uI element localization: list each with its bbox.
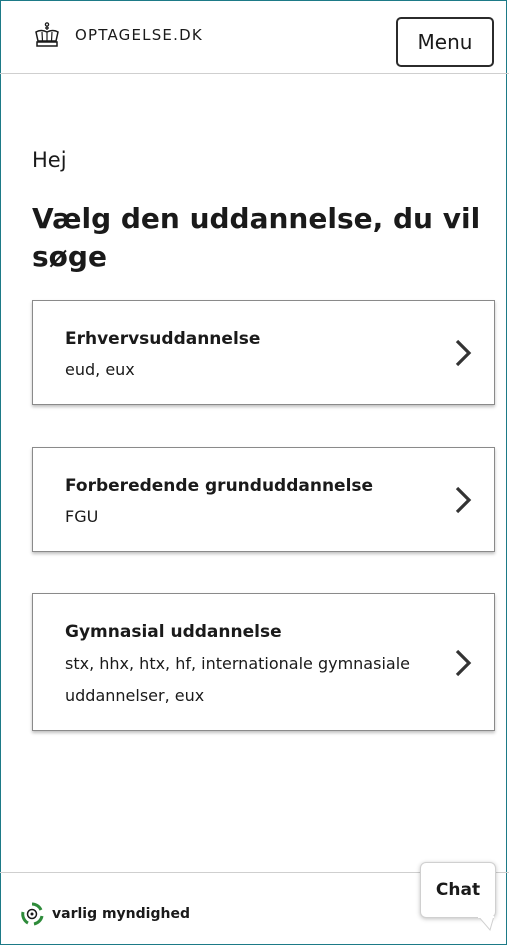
- chevron-right-icon: [455, 339, 472, 367]
- card-title: Gymnasial uddannelse: [65, 622, 282, 642]
- chevron-right-icon: [455, 486, 472, 514]
- chat-bubble-tail-icon: [478, 916, 494, 932]
- menu-button[interactable]: Menu: [396, 17, 494, 67]
- card-subtitle: stx, hhx, htx, hf, internationale gymnas…: [65, 654, 410, 705]
- crown-icon: [35, 22, 59, 47]
- page-title: Vælg den uddannelse, du vil søge: [32, 202, 481, 273]
- education-card-fgu[interactable]: Forberedende grunduddannelse FGU: [32, 447, 495, 552]
- chat-button[interactable]: Chat: [420, 862, 496, 918]
- chevron-right-icon: [455, 649, 472, 677]
- education-card-gymnasial[interactable]: Gymnasial uddannelse stx, hhx, htx, hf, …: [32, 593, 495, 731]
- recycle-logo-icon: [21, 902, 44, 926]
- footer-text: varlig myndighed: [52, 906, 190, 922]
- logo-text: OPTAGELSE.DK: [75, 26, 203, 44]
- site-logo[interactable]: OPTAGELSE.DK: [33, 22, 203, 48]
- card-title: Erhvervsuddannelse: [65, 329, 261, 349]
- education-card-eud[interactable]: Erhvervsuddannelse eud, eux: [32, 300, 495, 405]
- card-subtitle: eud, eux: [65, 360, 135, 379]
- card-title: Forberedende grunduddannelse: [65, 476, 374, 496]
- card-subtitle: FGU: [65, 507, 99, 526]
- site-header: OPTAGELSE.DK Menu: [0, 0, 509, 74]
- greeting-text: Hej: [32, 148, 67, 172]
- footer-brand: varlig myndighed: [20, 902, 190, 926]
